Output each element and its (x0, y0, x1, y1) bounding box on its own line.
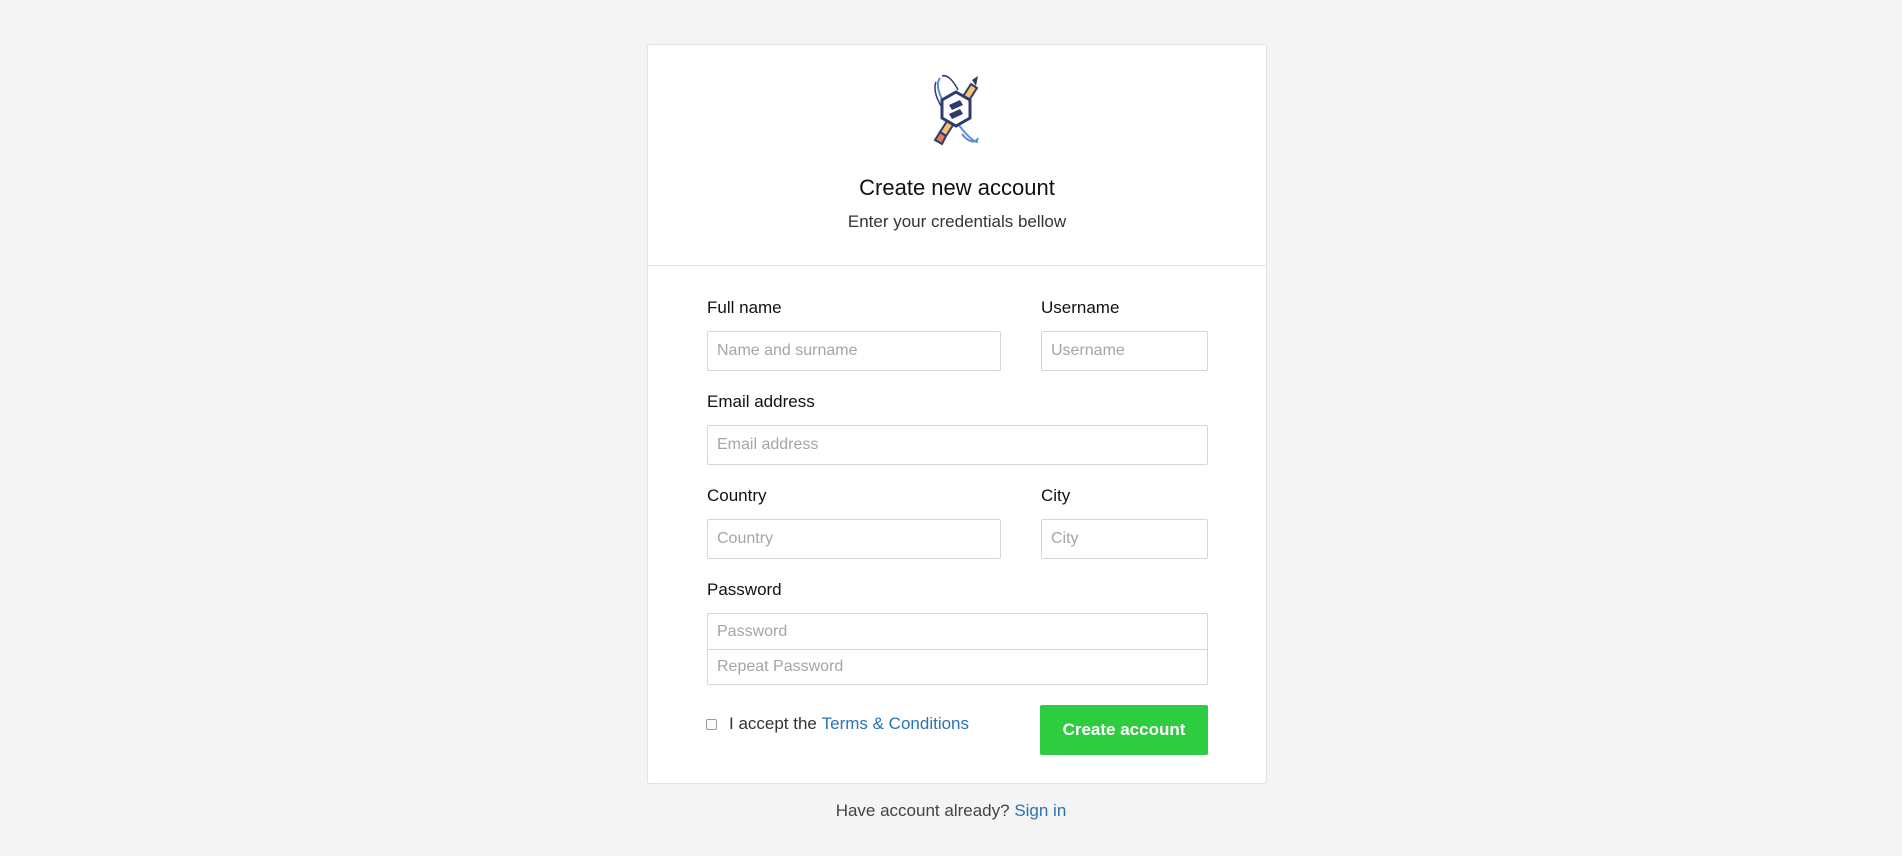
create-account-button[interactable]: Create account (1040, 705, 1208, 755)
country-label: Country (707, 486, 767, 505)
terms-checkbox[interactable] (706, 718, 717, 730)
card-header: Create new account Enter your credential… (648, 45, 1266, 266)
terms-row: I accept the Terms & Conditions (706, 714, 969, 734)
signin-prompt: Have account already? Sign in (0, 801, 1902, 821)
signin-link[interactable]: Sign in (1014, 801, 1066, 820)
username-label: Username (1041, 298, 1120, 317)
rocket-pencil-logo-icon (933, 74, 979, 146)
page-title: Create new account (859, 175, 1055, 200)
signin-prompt-text: Have account already? (835, 801, 1010, 820)
repeat-password-input[interactable] (707, 649, 1208, 685)
signup-card: Create new account Enter your credential… (647, 44, 1267, 784)
full-name-input[interactable] (707, 331, 1001, 371)
terms-prefix: I accept the (729, 714, 817, 733)
page-subtitle: Enter your credentials bellow (847, 212, 1067, 231)
full-name-label: Full name (707, 298, 782, 317)
city-label: City (1041, 486, 1071, 505)
country-input[interactable] (707, 519, 1001, 559)
password-label: Password (707, 580, 782, 599)
terms-link[interactable]: Terms & Conditions (822, 714, 969, 734)
city-input[interactable] (1041, 519, 1208, 559)
email-label: Email address (707, 392, 815, 411)
username-input[interactable] (1041, 331, 1208, 371)
password-input[interactable] (707, 613, 1208, 650)
email-input[interactable] (707, 425, 1208, 465)
